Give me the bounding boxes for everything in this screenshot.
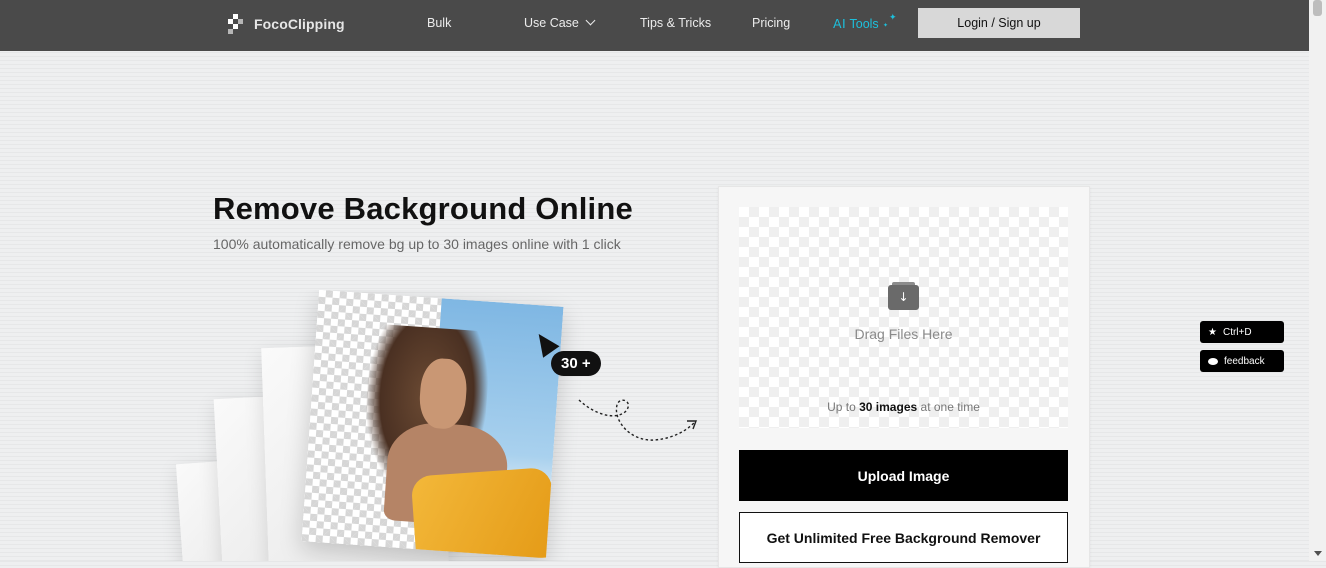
upload-limit-text: Up to 30 images at one time <box>739 400 1068 414</box>
logo-mark-icon <box>228 14 244 34</box>
limit-suffix: at one time <box>920 400 980 414</box>
star-icon: ★ <box>1208 326 1217 338</box>
chevron-down-icon <box>585 15 596 26</box>
page-scrollbar[interactable] <box>1309 0 1326 561</box>
bookmark-button[interactable]: ★ Ctrl+D <box>1200 321 1284 343</box>
upload-panel: ↓ Drag Files Here Up to 30 images at one… <box>718 186 1090 568</box>
page-title: Remove Background Online <box>213 191 633 226</box>
ai-tools-label: Tools <box>849 17 879 31</box>
bookmark-shortcut-label: Ctrl+D <box>1222 326 1252 338</box>
nav-use-case[interactable]: Use Case <box>524 15 596 30</box>
dashed-arrow-icon <box>578 399 698 441</box>
unlimited-remover-button[interactable]: Get Unlimited Free Background Remover <box>739 512 1068 563</box>
nav-pricing[interactable]: Pricing <box>752 16 790 30</box>
sparkle-icon: ✦ <box>889 12 897 22</box>
nav-ai-tools[interactable]: AI Tools ✦ ✦ <box>833 12 897 31</box>
nav-bulk[interactable]: Bulk <box>427 16 451 30</box>
subject-scarf <box>410 467 557 559</box>
before-after-photo <box>301 290 564 559</box>
site-logo[interactable]: FocoClipping <box>228 14 345 34</box>
sparkle-small-icon: ✦ <box>883 23 889 29</box>
nav-tips-tricks[interactable]: Tips & Tricks <box>640 16 711 30</box>
drag-files-text: Drag Files Here <box>854 326 953 342</box>
ai-logo-text: AI <box>833 16 847 31</box>
page-subtitle: 100% automatically remove bg up to 30 im… <box>213 236 621 252</box>
upload-tray-icon: ↓ <box>888 282 919 310</box>
scrollbar-thumb[interactable] <box>1313 0 1322 16</box>
feedback-button[interactable]: feedback <box>1200 350 1284 372</box>
scroll-down-arrow-icon[interactable] <box>1314 551 1322 556</box>
nav-use-case-label: Use Case <box>524 16 579 30</box>
feedback-label: feedback <box>1224 355 1265 367</box>
login-signup-button[interactable]: Login / Sign up <box>918 8 1080 38</box>
upload-image-button[interactable]: Upload Image <box>739 450 1068 501</box>
file-drop-zone[interactable]: ↓ Drag Files Here Up to 30 images at one… <box>739 207 1068 428</box>
limit-count: 30 images <box>859 400 918 414</box>
images-count-badge: 30 + <box>551 351 601 376</box>
limit-prefix: Up to <box>827 400 856 414</box>
chat-bubble-icon <box>1208 357 1218 365</box>
hero-illustration: 30 + <box>150 290 710 561</box>
top-navigation-bar: FocoClipping Bulk Use Case Tips & Tricks… <box>0 0 1309 51</box>
logo-text: FocoClipping <box>254 16 345 32</box>
